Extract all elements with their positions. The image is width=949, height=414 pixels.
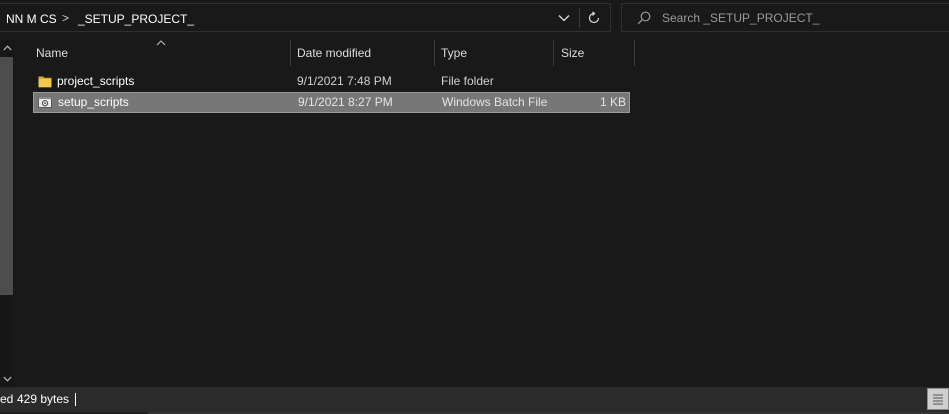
folder-icon [38, 76, 52, 88]
scrollbar-thumb[interactable] [0, 57, 13, 295]
refresh-button[interactable] [582, 6, 606, 30]
column-divider[interactable] [553, 40, 554, 66]
status-size-text: 429 bytes [17, 392, 70, 406]
file-type: File folder [441, 74, 494, 88]
sort-ascending-icon [155, 38, 167, 48]
file-row-project-scripts[interactable]: project_scripts 9/1/2021 7:48 PM File fo… [33, 71, 630, 92]
search-box[interactable] [621, 3, 949, 32]
address-history-button[interactable] [553, 6, 575, 30]
column-header-name[interactable]: Name [36, 40, 68, 66]
refresh-icon [588, 11, 600, 24]
file-name: setup_scripts [58, 95, 129, 109]
file-list: Name Date modified Type Size project_scr… [17, 40, 949, 387]
file-date-modified: 9/1/2021 7:48 PM [297, 74, 392, 88]
chevron-up-icon [2, 45, 12, 51]
search-input[interactable] [662, 4, 942, 31]
status-selection-text: ed [0, 392, 14, 406]
column-header-date-modified[interactable]: Date modified [297, 40, 371, 66]
details-view-button[interactable] [927, 388, 949, 410]
chevron-down-icon [558, 15, 570, 22]
column-header-type[interactable]: Type [441, 40, 467, 66]
file-size: 1 KB [599, 95, 626, 109]
column-header-size[interactable]: Size [561, 40, 584, 66]
column-divider[interactable] [290, 40, 291, 66]
file-row-setup-scripts[interactable]: setup_scripts 9/1/2021 8:27 PM Windows B… [33, 92, 630, 113]
column-divider[interactable] [434, 40, 435, 66]
scroll-down-button[interactable] [0, 371, 14, 387]
file-name: project_scripts [57, 74, 135, 88]
scroll-up-button[interactable] [0, 40, 14, 56]
breadcrumb-nn-m-cs[interactable]: NN M CS [6, 12, 57, 26]
navigation-bar: NN M CS > _SETUP_PROJECT_ [0, 0, 949, 36]
status-bar: ed 429 bytes [0, 387, 949, 414]
status-divider [75, 393, 76, 406]
column-divider[interactable] [634, 40, 635, 66]
details-view-icon [933, 394, 943, 405]
chevron-down-icon [2, 376, 12, 382]
column-header-row: Name Date modified Type Size [17, 40, 949, 66]
file-type: Windows Batch File [442, 95, 548, 109]
address-bar[interactable]: NN M CS > _SETUP_PROJECT_ [0, 3, 611, 32]
navigation-pane-scrollbar[interactable] [0, 40, 14, 387]
file-date-modified: 9/1/2021 8:27 PM [298, 95, 393, 109]
search-icon [637, 11, 651, 25]
address-divider [579, 8, 580, 28]
breadcrumb-separator[interactable]: > [62, 11, 69, 25]
breadcrumb-setup-project[interactable]: _SETUP_PROJECT_ [78, 12, 194, 26]
batch-file-icon [38, 96, 52, 108]
